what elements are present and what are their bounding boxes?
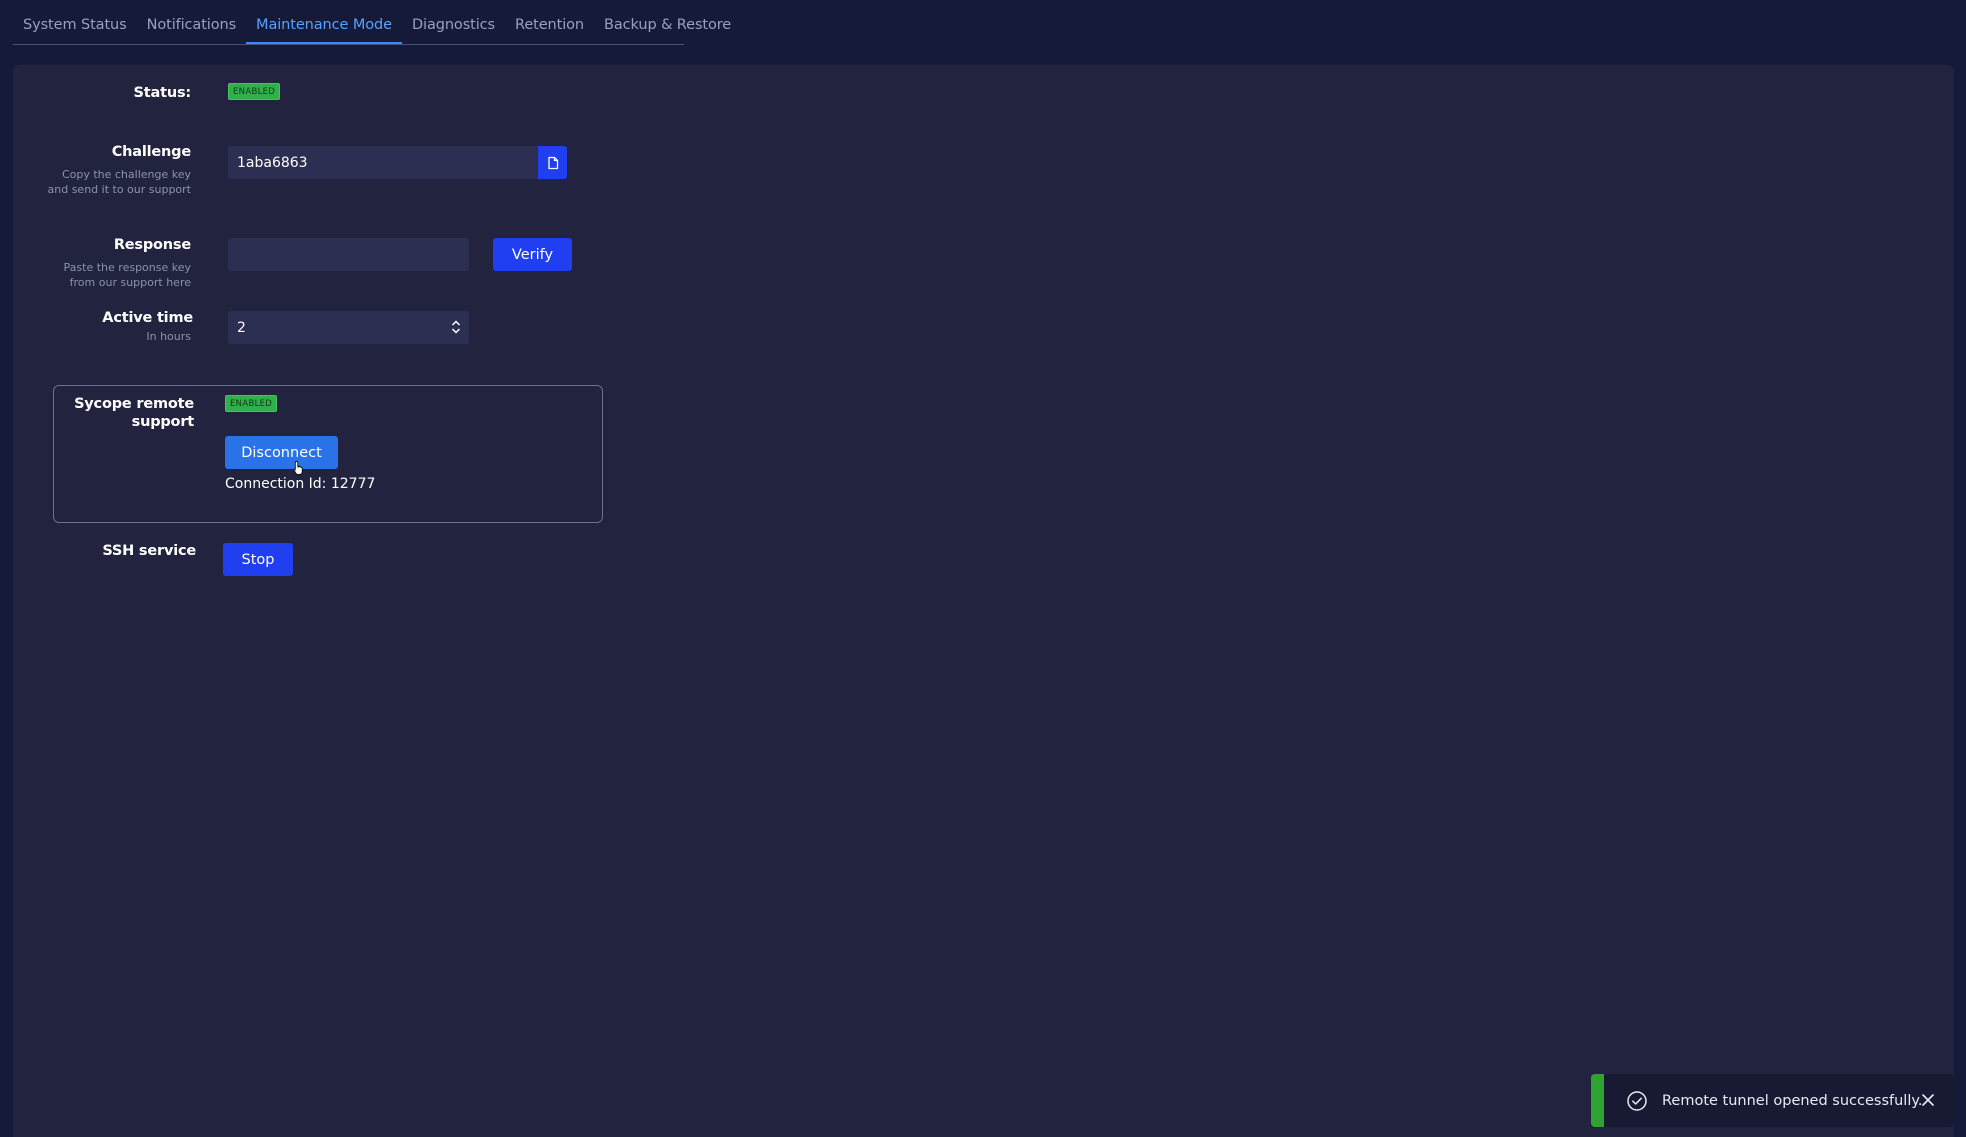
close-icon[interactable] (1918, 1090, 1938, 1110)
response-hint-line2: from our support here (69, 276, 191, 289)
challenge-label: Challenge (111, 144, 191, 160)
toast-status-bar (1591, 1074, 1604, 1127)
remote-support-label-line2: support (131, 414, 195, 430)
success-toast: Remote tunnel opened successfully. (1591, 1074, 1954, 1127)
maintenance-panel: Status: ENABLED Challenge Copy the chall… (13, 65, 1954, 1137)
response-hint-line1: Paste the response key (63, 261, 191, 274)
ssh-service-label: SSH service (102, 543, 196, 559)
verify-button[interactable]: Verify (493, 238, 572, 271)
active-time-hint: In hours (146, 330, 191, 343)
toast-message: Remote tunnel opened successfully. (1662, 1092, 1923, 1109)
tab-bar: System Status Notifications Maintenance … (13, 12, 731, 45)
tab-retention[interactable]: Retention (505, 12, 594, 44)
remote-support-label-line1: Sycope remote (74, 396, 194, 412)
disconnect-button[interactable]: Disconnect (225, 436, 338, 469)
active-time-label: Active time (102, 310, 193, 326)
active-time-value: 2 (237, 319, 246, 336)
number-stepper-icon[interactable] (451, 318, 461, 336)
tab-notifications[interactable]: Notifications (137, 12, 246, 44)
active-time-input[interactable]: 2 (228, 311, 469, 344)
tab-maintenance-mode[interactable]: Maintenance Mode (246, 12, 402, 44)
challenge-input[interactable]: 1aba6863 (228, 146, 538, 179)
challenge-hint-line2: and send it to our support (47, 183, 192, 196)
response-input[interactable] (228, 238, 469, 271)
status-badge: ENABLED (228, 83, 281, 100)
hand-cursor-icon (293, 461, 303, 475)
tab-diagnostics[interactable]: Diagnostics (402, 12, 505, 44)
ssh-stop-button[interactable]: Stop (223, 543, 293, 576)
status-label: Status: (133, 85, 192, 101)
tab-backup-restore[interactable]: Backup & Restore (594, 12, 741, 44)
challenge-hint-line1: Copy the challenge key (61, 168, 191, 181)
response-label: Response (113, 237, 191, 253)
copy-challenge-button[interactable] (538, 146, 567, 179)
tab-system-status[interactable]: System Status (13, 12, 137, 44)
copy-icon (547, 156, 558, 169)
remote-support-box: Sycope remote support ENABLED Disconnect… (53, 385, 603, 523)
connection-id: Connection Id: 12777 (225, 476, 376, 492)
remote-support-badge: ENABLED (225, 395, 278, 412)
check-circle-icon (1627, 1090, 1647, 1111)
